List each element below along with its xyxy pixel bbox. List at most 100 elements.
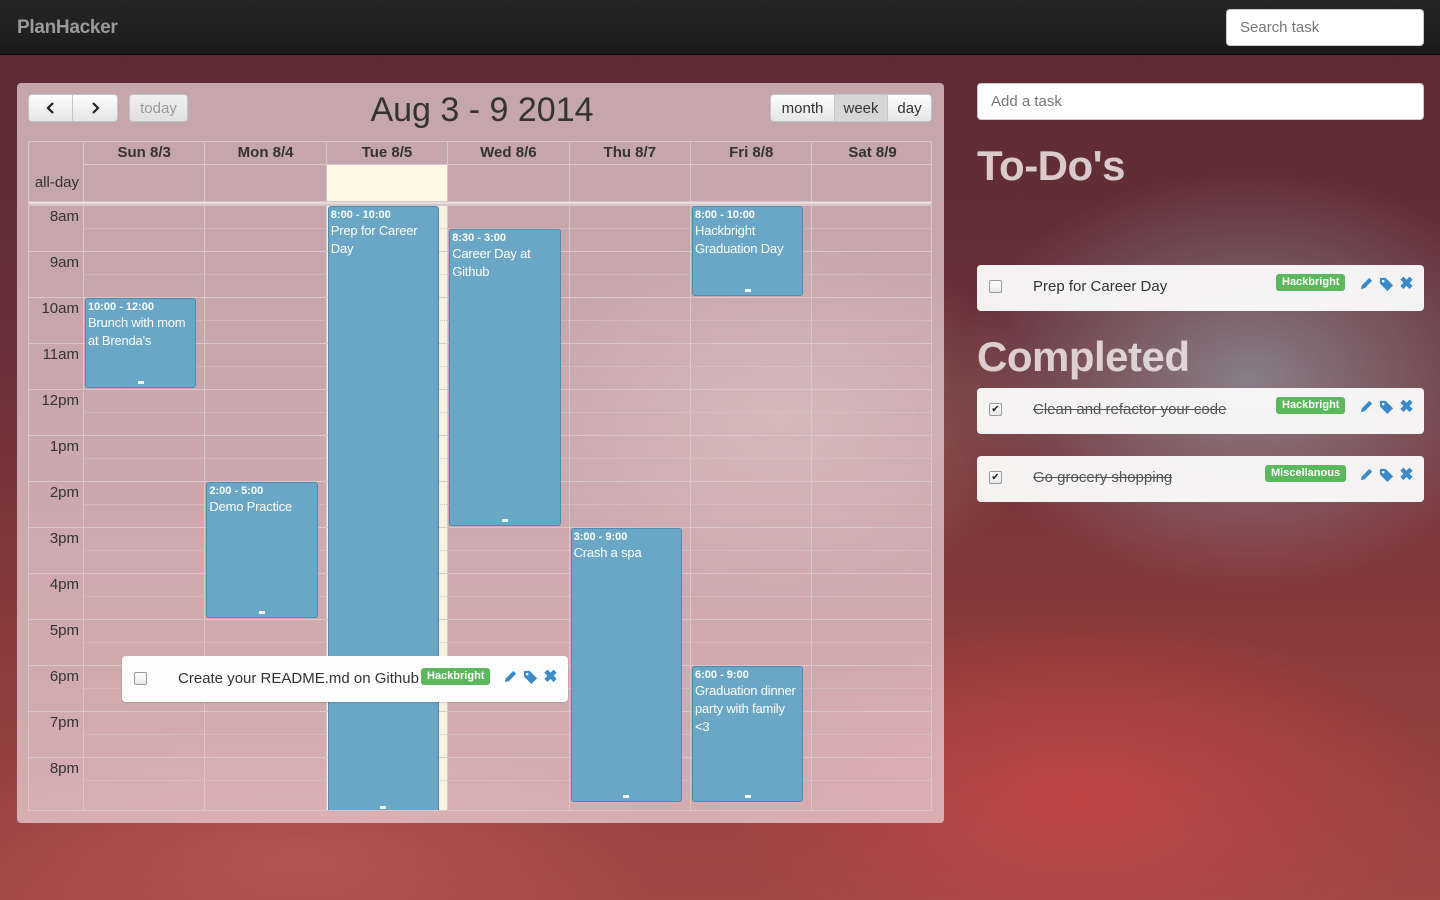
half-hour-line bbox=[83, 642, 931, 643]
view-day-button[interactable]: day bbox=[887, 94, 932, 122]
column-divider bbox=[811, 205, 813, 810]
resize-handle[interactable] bbox=[501, 519, 508, 522]
task-checkbox[interactable] bbox=[989, 280, 1002, 293]
completed-item[interactable]: ✔ Clean and refactor your code Hackbrigh… bbox=[977, 388, 1424, 434]
resize-handle[interactable] bbox=[259, 611, 266, 614]
resize-handle[interactable] bbox=[744, 289, 751, 292]
task-actions: ✖ bbox=[503, 668, 558, 685]
time-label: 6pm bbox=[49, 668, 79, 685]
hour-line bbox=[29, 619, 931, 620]
calendar-event[interactable]: 3:00 - 9:00 Crash a spa bbox=[570, 528, 682, 802]
calendar-event[interactable]: 2:00 - 5:00 Demo Practice bbox=[206, 482, 318, 618]
resize-handle[interactable] bbox=[380, 806, 387, 809]
resize-handle[interactable] bbox=[744, 795, 751, 798]
event-time: 8:00 - 10:00 bbox=[330, 209, 391, 221]
delete-icon[interactable]: ✖ bbox=[1399, 466, 1414, 483]
task-text: Create your README.md on Github bbox=[178, 670, 419, 687]
task-tag-badge: Hackbright bbox=[1276, 397, 1346, 414]
completed-item[interactable]: ✔ Go grocery shopping Miscellanous ✖ bbox=[977, 456, 1424, 502]
half-hour-line bbox=[83, 780, 931, 781]
event-time: 10:00 - 12:00 bbox=[88, 301, 155, 313]
task-actions: ✖ bbox=[1359, 466, 1414, 483]
event-time: 8:00 - 10:00 bbox=[695, 209, 755, 221]
brand-logo[interactable]: PlanHacker bbox=[17, 17, 118, 39]
add-task-input[interactable] bbox=[977, 83, 1424, 120]
time-label: 11am bbox=[42, 346, 79, 363]
calendar-title: Aug 3 - 9 2014 bbox=[370, 91, 594, 129]
view-week-button[interactable]: week bbox=[834, 94, 888, 122]
column-divider bbox=[447, 205, 449, 810]
pencil-icon[interactable] bbox=[503, 669, 518, 684]
day-header[interactable]: Sun 8/3 bbox=[83, 142, 204, 164]
allday-cell[interactable] bbox=[811, 164, 931, 201]
allday-label: all-day bbox=[34, 174, 79, 191]
allday-cell[interactable] bbox=[325, 164, 448, 201]
calendar-event[interactable]: 8:00 - 10:00 Hackbright Graduation Day bbox=[692, 206, 804, 296]
allday-cell[interactable] bbox=[83, 164, 205, 201]
event-time: 6:00 - 9:00 bbox=[695, 669, 749, 681]
column-divider bbox=[325, 205, 327, 810]
column-divider bbox=[690, 205, 691, 810]
time-label: 12pm bbox=[41, 392, 79, 409]
prev-week-button[interactable] bbox=[28, 94, 73, 122]
event-title: Brunch with mom at Brenda's bbox=[88, 315, 186, 348]
tag-icon[interactable] bbox=[1379, 399, 1394, 414]
event-time: 3:00 - 9:00 bbox=[573, 531, 628, 543]
pencil-icon[interactable] bbox=[1359, 399, 1374, 414]
pencil-icon[interactable] bbox=[1359, 467, 1374, 482]
half-hour-line bbox=[83, 734, 931, 735]
day-header[interactable]: Fri 8/8 bbox=[690, 142, 811, 164]
tag-icon[interactable] bbox=[523, 669, 538, 684]
dragging-task-card[interactable]: Create your README.md on Github Hackbrig… bbox=[122, 656, 568, 702]
task-text: Go grocery shopping bbox=[1033, 469, 1173, 486]
time-label: 3pm bbox=[49, 530, 79, 547]
chevron-left-icon bbox=[45, 102, 54, 114]
tag-icon[interactable] bbox=[1379, 467, 1394, 482]
time-label: 7pm bbox=[49, 714, 79, 731]
next-week-button[interactable] bbox=[72, 94, 118, 122]
event-title: Prep for Career Day bbox=[330, 223, 418, 256]
time-label: 4pm bbox=[49, 576, 79, 593]
task-actions: ✖ bbox=[1359, 398, 1414, 415]
calendar-event[interactable]: 10:00 - 12:00 Brunch with mom at Brenda's bbox=[85, 298, 197, 388]
week-grid: all-day 8am 9am 10am 11am 12pm 1pm 2pm 3pm 4pm 5p… bbox=[28, 141, 932, 811]
view-month-button[interactable]: month bbox=[770, 94, 835, 122]
calendar-event[interactable]: 8:00 - 10:00 Prep for Career Day bbox=[327, 206, 440, 810]
time-label: 2pm bbox=[49, 484, 79, 501]
chevron-right-icon bbox=[92, 102, 100, 114]
tag-icon[interactable] bbox=[1379, 276, 1394, 291]
day-header[interactable]: Wed 8/6 bbox=[447, 142, 568, 164]
delete-icon[interactable]: ✖ bbox=[1399, 398, 1414, 415]
task-text: Clean and refactor your code bbox=[1033, 401, 1227, 418]
time-label: 10am bbox=[41, 300, 79, 317]
task-checkbox-checked[interactable]: ✔ bbox=[989, 471, 1002, 484]
column-divider bbox=[204, 205, 206, 810]
calendar-panel: today Aug 3 - 9 2014 month week day all-… bbox=[17, 83, 944, 823]
day-header[interactable]: Sat 8/9 bbox=[811, 142, 931, 164]
task-tag-badge: Miscellanous bbox=[1265, 465, 1347, 482]
event-title: Demo Practice bbox=[209, 499, 293, 514]
day-header[interactable]: Thu 8/7 bbox=[568, 142, 690, 164]
calendar-event[interactable]: 6:00 - 9:00 Graduation dinner party with … bbox=[692, 666, 804, 802]
resize-handle[interactable] bbox=[137, 381, 144, 384]
task-checkbox-checked[interactable]: ✔ bbox=[989, 403, 1002, 416]
calendar-event[interactable]: 8:30 - 3:00 Career Day at Github bbox=[449, 229, 561, 526]
delete-icon[interactable]: ✖ bbox=[1399, 275, 1414, 292]
today-button[interactable]: today bbox=[129, 94, 188, 122]
time-label: 8am bbox=[49, 208, 79, 225]
allday-cell[interactable] bbox=[568, 164, 690, 201]
task-text: Prep for Career Day bbox=[1033, 278, 1168, 295]
day-header[interactable]: Tue 8/5 bbox=[325, 142, 447, 164]
time-label: 1pm bbox=[49, 438, 79, 455]
resize-handle[interactable] bbox=[623, 795, 630, 798]
search-task-input[interactable] bbox=[1226, 9, 1424, 46]
task-checkbox[interactable] bbox=[134, 672, 147, 685]
allday-cell[interactable] bbox=[447, 164, 569, 201]
todos-heading: To-Do's bbox=[977, 142, 1126, 189]
pencil-icon[interactable] bbox=[1359, 276, 1374, 291]
allday-cell[interactable] bbox=[204, 164, 326, 201]
todo-item[interactable]: Prep for Career Day Hackbright ✖ bbox=[977, 265, 1424, 311]
delete-icon[interactable]: ✖ bbox=[543, 668, 558, 685]
day-header[interactable]: Mon 8/4 bbox=[204, 142, 325, 164]
allday-cell[interactable] bbox=[690, 164, 812, 201]
